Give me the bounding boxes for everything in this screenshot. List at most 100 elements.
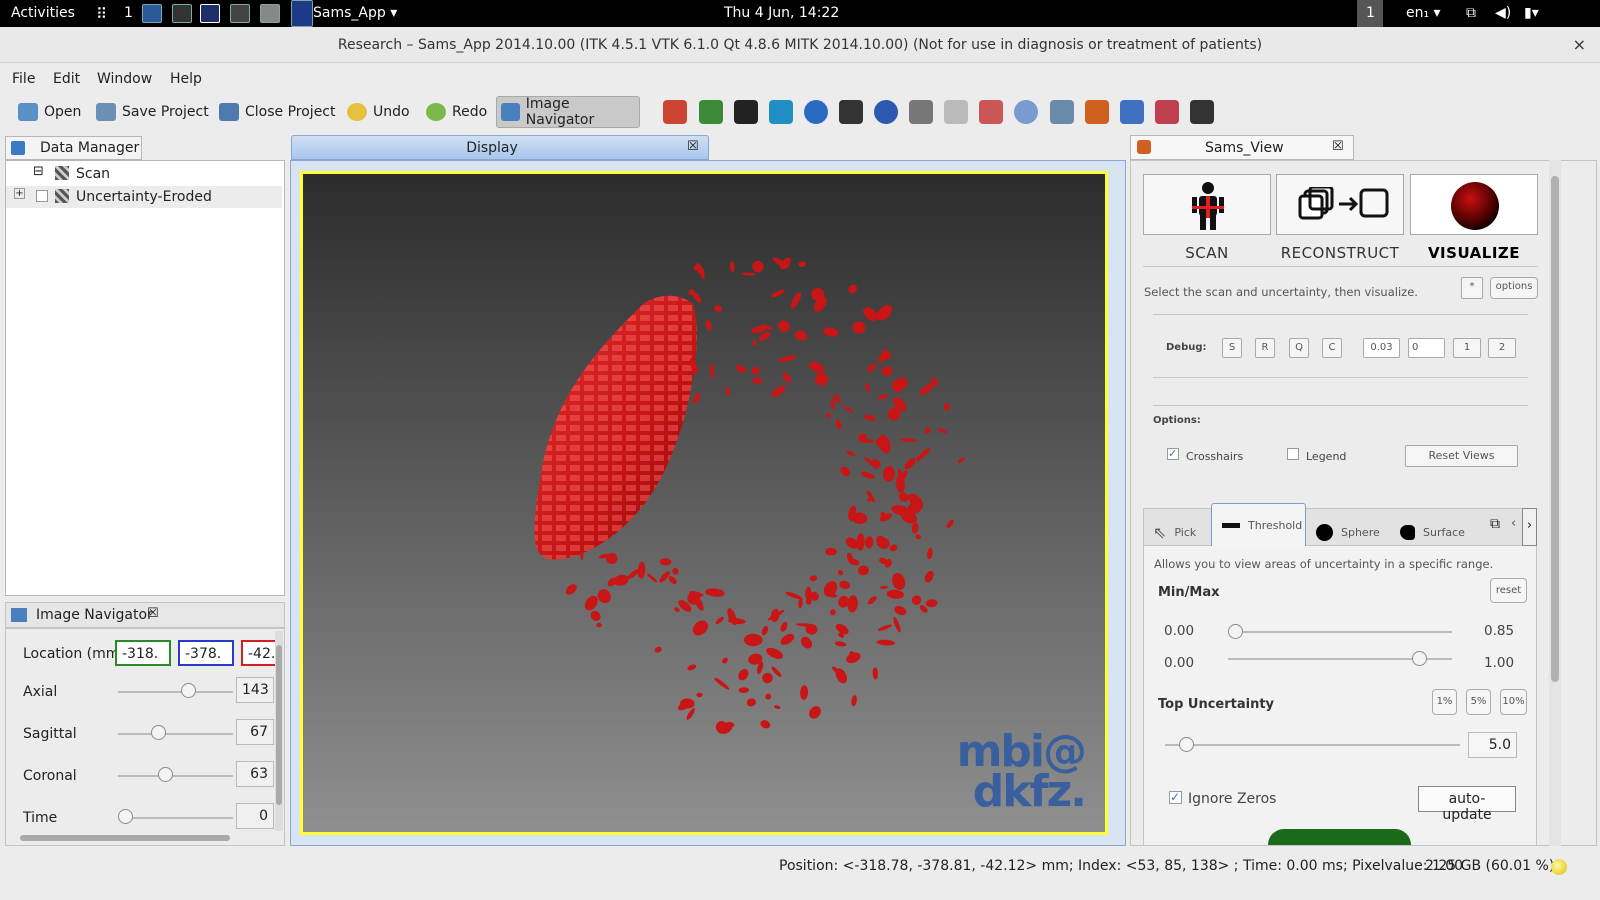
crosshairs-checkbox[interactable]: ✓ bbox=[1167, 448, 1179, 460]
tab-threshold[interactable]: Threshold bbox=[1211, 503, 1306, 546]
tree-item-scan[interactable]: ⊟ Scan bbox=[6, 163, 282, 185]
axial-slider-handle[interactable] bbox=[180, 683, 196, 698]
apps-grid-icon[interactable]: ⠿ bbox=[96, 5, 107, 23]
axial-slider[interactable] bbox=[118, 691, 233, 693]
top-uncertainty-value[interactable]: 5.0 bbox=[1468, 732, 1517, 758]
max-slider-handle[interactable] bbox=[1411, 651, 1427, 666]
sagittal-slider-handle[interactable] bbox=[151, 725, 167, 740]
menu-edit[interactable]: Edit bbox=[53, 71, 80, 87]
segmentation-icon[interactable] bbox=[699, 100, 723, 124]
volume-icon[interactable]: ◀) bbox=[1495, 5, 1511, 21]
help-icon[interactable] bbox=[804, 100, 828, 124]
close-project-button[interactable]: Close Project bbox=[215, 96, 340, 128]
window-close-button[interactable]: × bbox=[1573, 35, 1586, 54]
dicom-icon[interactable] bbox=[839, 100, 863, 124]
visualize-go-button[interactable] bbox=[1268, 829, 1411, 845]
mitk-launcher-icon[interactable] bbox=[200, 4, 220, 23]
visibility-checkbox[interactable] bbox=[36, 190, 48, 202]
menu-help[interactable]: Help bbox=[170, 71, 202, 87]
screenshot-icon[interactable] bbox=[734, 100, 758, 124]
undo-button[interactable]: Undo bbox=[343, 96, 414, 128]
volume-visualization-icon[interactable] bbox=[769, 100, 793, 124]
menu-file[interactable]: File bbox=[12, 71, 35, 87]
terminal-launcher-icon[interactable] bbox=[142, 4, 162, 23]
gimp-launcher-icon[interactable] bbox=[230, 4, 250, 23]
min-slider[interactable] bbox=[1228, 631, 1452, 633]
tree-item-uncertainty[interactable]: + Uncertainty-Eroded bbox=[6, 186, 282, 208]
notification-counter[interactable]: 1 bbox=[1357, 0, 1383, 27]
registration-icon[interactable] bbox=[1050, 100, 1074, 124]
five-percent-button[interactable]: 5% bbox=[1466, 689, 1491, 715]
network-icon[interactable]: ⧉ bbox=[1466, 5, 1476, 21]
coronal-value[interactable]: 63 bbox=[236, 761, 274, 787]
properties-icon[interactable] bbox=[944, 100, 968, 124]
axial-value[interactable]: 143 bbox=[236, 677, 274, 703]
debug-field-2[interactable]: 0 bbox=[1408, 338, 1445, 358]
top-uncertainty-slider[interactable] bbox=[1165, 744, 1460, 746]
reset-button[interactable]: reset bbox=[1490, 578, 1527, 603]
activities-button[interactable]: Activities bbox=[11, 5, 75, 21]
render-window-3d[interactable]: mbi@ dkfz. bbox=[300, 171, 1108, 835]
debug-s-button[interactable]: S bbox=[1222, 338, 1242, 358]
options-button[interactable]: options bbox=[1490, 277, 1538, 299]
chevron-right-icon[interactable]: › bbox=[1522, 508, 1537, 546]
visualize-step-button[interactable] bbox=[1410, 174, 1538, 235]
app-menu[interactable]: Sams_App ▾ bbox=[313, 5, 397, 21]
scrollbar-thumb[interactable] bbox=[1551, 176, 1559, 682]
copy-tool-icon[interactable]: ⧉ bbox=[1490, 516, 1500, 532]
menu-window[interactable]: Window bbox=[97, 71, 152, 87]
network-graph-icon[interactable] bbox=[1120, 100, 1144, 124]
cut-icon[interactable] bbox=[909, 100, 933, 124]
debug-1-button[interactable]: 1 bbox=[1453, 338, 1481, 358]
min-slider-handle[interactable] bbox=[1228, 624, 1243, 639]
collapse-icon[interactable]: ⊟ bbox=[33, 164, 44, 179]
vertical-scrollbar[interactable] bbox=[275, 631, 283, 831]
ignore-zeros-checkbox[interactable]: ✓ bbox=[1169, 791, 1182, 804]
screen-launcher-icon[interactable] bbox=[172, 4, 192, 23]
time-slider-handle[interactable] bbox=[118, 809, 133, 824]
close-icon[interactable]: ☒ bbox=[687, 139, 699, 154]
search-icon[interactable] bbox=[1014, 100, 1038, 124]
reset-views-button[interactable]: Reset Views bbox=[1405, 445, 1518, 467]
reconstruct-step-button[interactable] bbox=[1276, 174, 1404, 235]
save-project-button[interactable]: Save Project bbox=[92, 96, 213, 128]
view-eye-icon[interactable] bbox=[1190, 100, 1214, 124]
one-percent-button[interactable]: 1% bbox=[1432, 689, 1457, 715]
debug-q-button[interactable]: Q bbox=[1289, 338, 1309, 358]
points-icon[interactable] bbox=[979, 100, 1003, 124]
workspace-indicator[interactable]: 1 bbox=[124, 5, 133, 21]
legend-checkbox[interactable] bbox=[1287, 448, 1299, 460]
horizontal-scrollbar[interactable] bbox=[8, 833, 273, 843]
files-launcher-icon[interactable] bbox=[260, 4, 280, 23]
tab-sams-view[interactable]: Sams_View ☒ bbox=[1130, 135, 1354, 160]
time-slider[interactable] bbox=[118, 817, 233, 819]
open-button[interactable]: Open bbox=[14, 96, 85, 128]
tab-display[interactable]: Display ☒ bbox=[291, 135, 709, 160]
fox-icon[interactable] bbox=[1085, 100, 1109, 124]
scan-step-button[interactable] bbox=[1143, 174, 1271, 235]
time-value[interactable]: 0 bbox=[236, 803, 274, 829]
tab-data-manager[interactable]: Data Manager bbox=[5, 136, 142, 160]
image-navigator-button[interactable]: Image Navigator bbox=[496, 96, 640, 128]
sagittal-value[interactable]: 67 bbox=[236, 719, 274, 745]
close-icon[interactable]: ☒ bbox=[1332, 139, 1344, 154]
coronal-slider-handle[interactable] bbox=[157, 767, 173, 782]
tools-icon[interactable] bbox=[1155, 100, 1179, 124]
auto-update-field[interactable]: auto-update bbox=[1418, 786, 1516, 823]
measurement-icon[interactable] bbox=[663, 100, 687, 124]
sagittal-slider[interactable] bbox=[118, 733, 233, 735]
expand-icon[interactable]: + bbox=[14, 188, 25, 199]
right-panel-scrollbar[interactable] bbox=[1549, 160, 1561, 846]
chevron-left-icon[interactable]: ‹ bbox=[1511, 516, 1516, 531]
scrollbar-thumb[interactable] bbox=[20, 835, 230, 841]
debug-r-button[interactable]: R bbox=[1255, 338, 1275, 358]
language-menu[interactable]: en₁ ▾ bbox=[1406, 5, 1441, 21]
close-icon[interactable]: ☒ bbox=[147, 606, 159, 621]
debug-2-button[interactable]: 2 bbox=[1488, 338, 1516, 358]
scrollbar-thumb[interactable] bbox=[276, 645, 282, 805]
debug-c-button[interactable]: C bbox=[1322, 338, 1342, 358]
zoom-icon[interactable] bbox=[874, 100, 898, 124]
location-y-field[interactable]: -378. bbox=[178, 640, 234, 666]
star-button[interactable]: * bbox=[1461, 277, 1483, 299]
ten-percent-button[interactable]: 10% bbox=[1500, 689, 1527, 715]
